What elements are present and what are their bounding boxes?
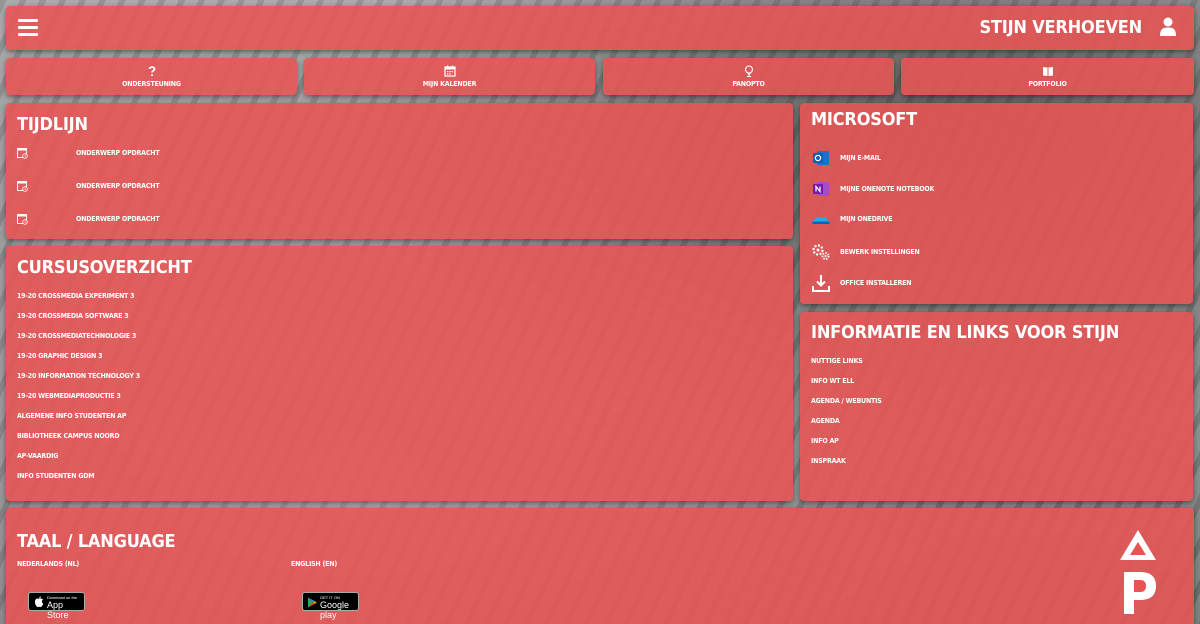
app-store-main: App Store [47,600,69,620]
google-play-icon [308,597,317,608]
taal-title: TAAL / LANGUAGE [17,531,176,552]
ms-link-office-installeren[interactable]: OFFICE INSTALLEREN [811,273,1111,293]
app-store-badge[interactable]: Download on the App Store [28,592,85,620]
tijdlijn-panel: TIJDLIJN ONDERWERP OPDRACHT ONDERWERP OP… [6,103,793,239]
ms-link-instellingen[interactable]: BEWERK INSTELLINGEN [811,242,1111,262]
course-link[interactable]: ALGEMENE INFO STUDENTEN AP [17,412,126,421]
quick-link-label: PANOPTO [732,80,765,88]
tree-icon [744,65,753,77]
ms-link-onedrive[interactable]: MIJN ONEDRIVE [811,209,1111,229]
timeline-item-label: ONDERWERP OPDRACHT [76,182,160,190]
tijdlijn-title: TIJDLIJN [17,114,88,135]
info-title: INFORMATIE EN LINKS VOOR STIJN [811,322,1120,343]
ms-link-label: BEWERK INSTELLINGEN [840,248,920,256]
apple-icon [35,596,44,608]
menu-icon[interactable] [18,19,38,36]
book-icon [1042,67,1053,76]
timeline-item[interactable]: ONDERWERP OPDRACHT [17,180,217,194]
info-link[interactable]: INSPRAAK [811,457,846,466]
info-link[interactable]: INFO AP [811,437,839,446]
language-en[interactable]: ENGLISH (EN) [291,560,337,569]
ms-link-label: MIJNE ONENOTE NOTEBOOK [840,185,935,193]
microsoft-title: MICROSOFT [811,109,917,130]
course-link[interactable]: 19-20 GRAPHIC DESIGN 3 [17,352,102,361]
info-link[interactable]: AGENDA / WEBUNTIS [811,397,882,406]
ms-link-email[interactable]: MIJN E-MAIL [811,148,1111,168]
onedrive-icon [812,216,830,224]
onenote-icon [813,182,829,196]
calendar-clock-icon [17,181,28,192]
course-link[interactable]: INFO STUDENTEN GDM [17,472,95,481]
language-nl[interactable]: NEDERLANDS (NL) [17,560,79,569]
course-link[interactable]: 19-20 INFORMATION TECHNOLOGY 3 [17,372,140,381]
google-play-main: Google play [320,600,350,620]
ms-link-label: MIJN E-MAIL [840,154,881,162]
gears-icon [812,244,830,260]
timeline-item-label: ONDERWERP OPDRACHT [76,215,160,223]
quick-link-label: PORTFOLIO [1028,80,1067,88]
quick-link-portfolio[interactable]: PORTFOLIO [901,58,1194,95]
timeline-item[interactable]: ONDERWERP OPDRACHT [17,213,217,227]
timeline-item-label: ONDERWERP OPDRACHT [76,149,160,157]
info-link[interactable]: AGENDA [811,417,840,426]
course-link[interactable]: 19-20 CROSSMEDIA EXPERIMENT 3 [17,292,135,301]
user-icon[interactable] [1160,17,1176,37]
taal-panel: TAAL / LANGUAGE NEDERLANDS (NL) ENGLISH … [6,508,1194,624]
ms-link-label: OFFICE INSTALLEREN [840,279,912,287]
timeline-item[interactable]: ONDERWERP OPDRACHT [17,147,217,161]
download-icon [812,275,830,292]
course-link[interactable]: 19-20 CROSSMEDIA SOFTWARE 3 [17,312,129,321]
course-link[interactable]: 19-20 WEBMEDIAPRODUCTIE 3 [17,392,121,401]
cursusoverzicht-panel: CURSUSOVERZICHT 19-20 CROSSMEDIA EXPERIM… [6,246,793,501]
quick-link-label: MIJN KALENDER [422,80,477,88]
cursus-title: CURSUSOVERZICHT [17,257,192,278]
course-link[interactable]: BIBLIOTHEEK CAMPUS NOORD [17,432,120,441]
course-link[interactable]: AP-VAARDIG [17,452,58,461]
quick-link-panopto[interactable]: PANOPTO [603,58,894,95]
calendar-clock-icon [17,214,28,225]
calendar-clock-icon [17,148,28,159]
ms-link-onenote[interactable]: MIJNE ONENOTE NOTEBOOK [811,179,1111,199]
outlook-icon [813,151,829,165]
quick-link-ondersteuning[interactable]: ONDERSTEUNING [6,58,297,95]
quick-link-kalender[interactable]: MIJN KALENDER [304,58,595,95]
calendar-icon [443,65,456,77]
ms-link-label: MIJN ONEDRIVE [840,215,893,223]
microsoft-panel: MICROSOFT MIJN E-MAIL MIJNE ONENOTE NOTE… [800,103,1193,304]
info-link[interactable]: INFO WT ELL [811,377,854,386]
quick-link-label: ONDERSTEUNING [122,80,181,88]
informatie-panel: INFORMATIE EN LINKS VOOR STIJN NUTTIGE L… [800,312,1193,501]
course-link[interactable]: 19-20 CROSSMEDIATECHNOLOGIE 3 [17,332,136,341]
question-icon [148,66,155,76]
user-name[interactable]: STIJN VERHOEVEN [979,16,1142,40]
ap-logo [1120,530,1156,614]
top-bar: STIJN VERHOEVEN [6,6,1194,50]
google-play-badge[interactable]: GET IT ON Google play [302,592,359,620]
info-link[interactable]: NUTTIGE LINKS [811,357,863,366]
